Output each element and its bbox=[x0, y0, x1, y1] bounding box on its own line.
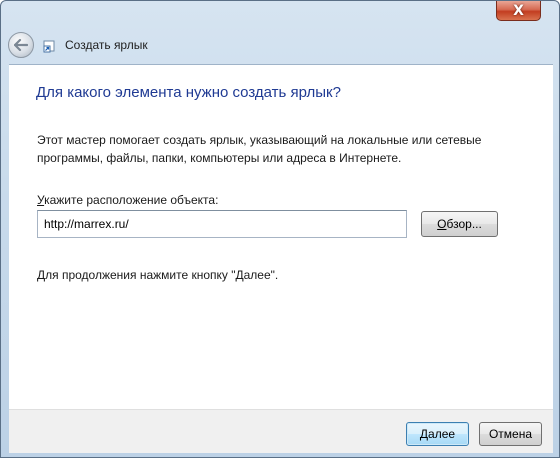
cancel-button[interactable]: Отмена bbox=[479, 422, 542, 446]
browse-accesskey: О bbox=[437, 217, 447, 231]
location-input[interactable] bbox=[37, 210, 407, 238]
wizard-footer: Далее Отмена bbox=[9, 409, 553, 453]
close-icon: X bbox=[513, 2, 524, 19]
continue-hint: Для продолжения нажмите кнопку "Далее". bbox=[37, 268, 279, 282]
window-title: Создать ярлык bbox=[65, 38, 148, 52]
back-button[interactable] bbox=[8, 32, 34, 58]
page-heading: Для какого элемента нужно создать ярлык? bbox=[36, 84, 341, 101]
next-button[interactable]: Далее bbox=[406, 422, 469, 446]
location-label-text: кажите расположение объекта: bbox=[44, 193, 219, 207]
location-label: Укажите расположение объекта: bbox=[37, 193, 218, 207]
browse-label: бзор... bbox=[446, 217, 482, 231]
wizard-content: Для какого элемента нужно создать ярлык?… bbox=[9, 64, 553, 409]
wizard-description: Этот мастер помогает создать ярлык, указ… bbox=[37, 133, 482, 165]
titlebar: X Создать ярлык bbox=[1, 1, 559, 63]
close-button[interactable]: X bbox=[496, 1, 541, 21]
back-arrow-icon bbox=[14, 39, 28, 51]
shortcut-icon bbox=[43, 40, 55, 53]
create-shortcut-window: X Создать ярлык Для какого элемента нужн… bbox=[0, 0, 560, 458]
browse-button[interactable]: Обзор... bbox=[421, 211, 498, 237]
